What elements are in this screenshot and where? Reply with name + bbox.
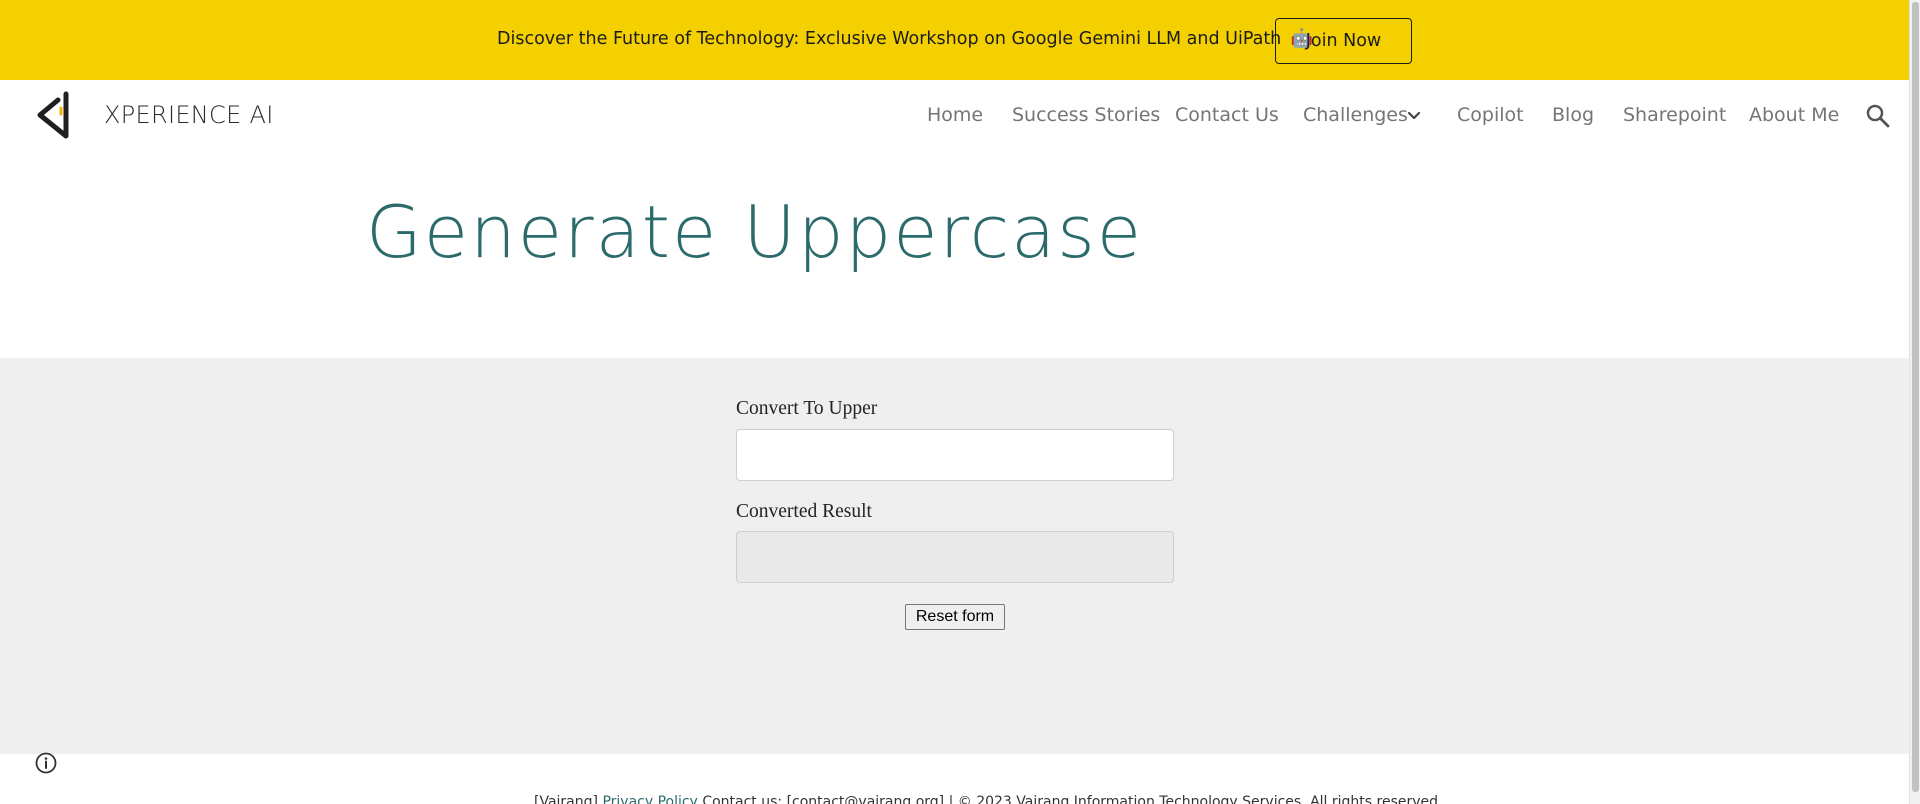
nav-challenges[interactable]: Challenges — [1303, 104, 1408, 126]
scrollbar-thumb[interactable] — [1912, 2, 1919, 792]
chevron-down-icon[interactable] — [1406, 108, 1422, 124]
nav-blog[interactable]: Blog — [1552, 104, 1594, 126]
footer-text: [Vairang] Privacy Policy Contact us: [co… — [534, 794, 1443, 804]
nav-home[interactable]: Home — [927, 104, 983, 126]
footer-prefix: [Vairang] — [534, 794, 598, 804]
site-title[interactable]: XPERIENCE AI — [104, 101, 274, 129]
site-logo-icon[interactable] — [36, 90, 80, 140]
nav-about-me[interactable]: About Me — [1749, 104, 1839, 126]
converted-result-label: Converted Result — [736, 501, 872, 522]
converted-result-field — [736, 531, 1174, 583]
page-scrollbar[interactable] — [1909, 0, 1920, 804]
page-title: Generate Uppercase — [366, 190, 1144, 274]
banner-text: Discover the Future of Technology: Exclu… — [497, 28, 1314, 49]
footer-contact: Contact us: [contact@vairang.org] | © 20… — [702, 794, 1443, 804]
convert-to-upper-label: Convert To Upper — [736, 398, 878, 419]
nav-sharepoint[interactable]: Sharepoint — [1623, 104, 1726, 126]
nav-contact-us[interactable]: Contact Us — [1175, 104, 1279, 126]
nav-copilot[interactable]: Copilot — [1457, 104, 1524, 126]
convert-to-upper-input[interactable] — [736, 429, 1174, 481]
reset-form-button[interactable]: Reset form — [905, 604, 1005, 630]
search-icon[interactable] — [1865, 103, 1891, 129]
announcement-banner: Discover the Future of Technology: Exclu… — [0, 0, 1909, 80]
privacy-policy-link[interactable]: Privacy Policy — [602, 794, 697, 804]
nav-success-stories[interactable]: Success Stories — [1012, 104, 1160, 126]
info-icon[interactable] — [34, 751, 58, 775]
join-now-button[interactable]: Join Now — [1275, 18, 1412, 64]
